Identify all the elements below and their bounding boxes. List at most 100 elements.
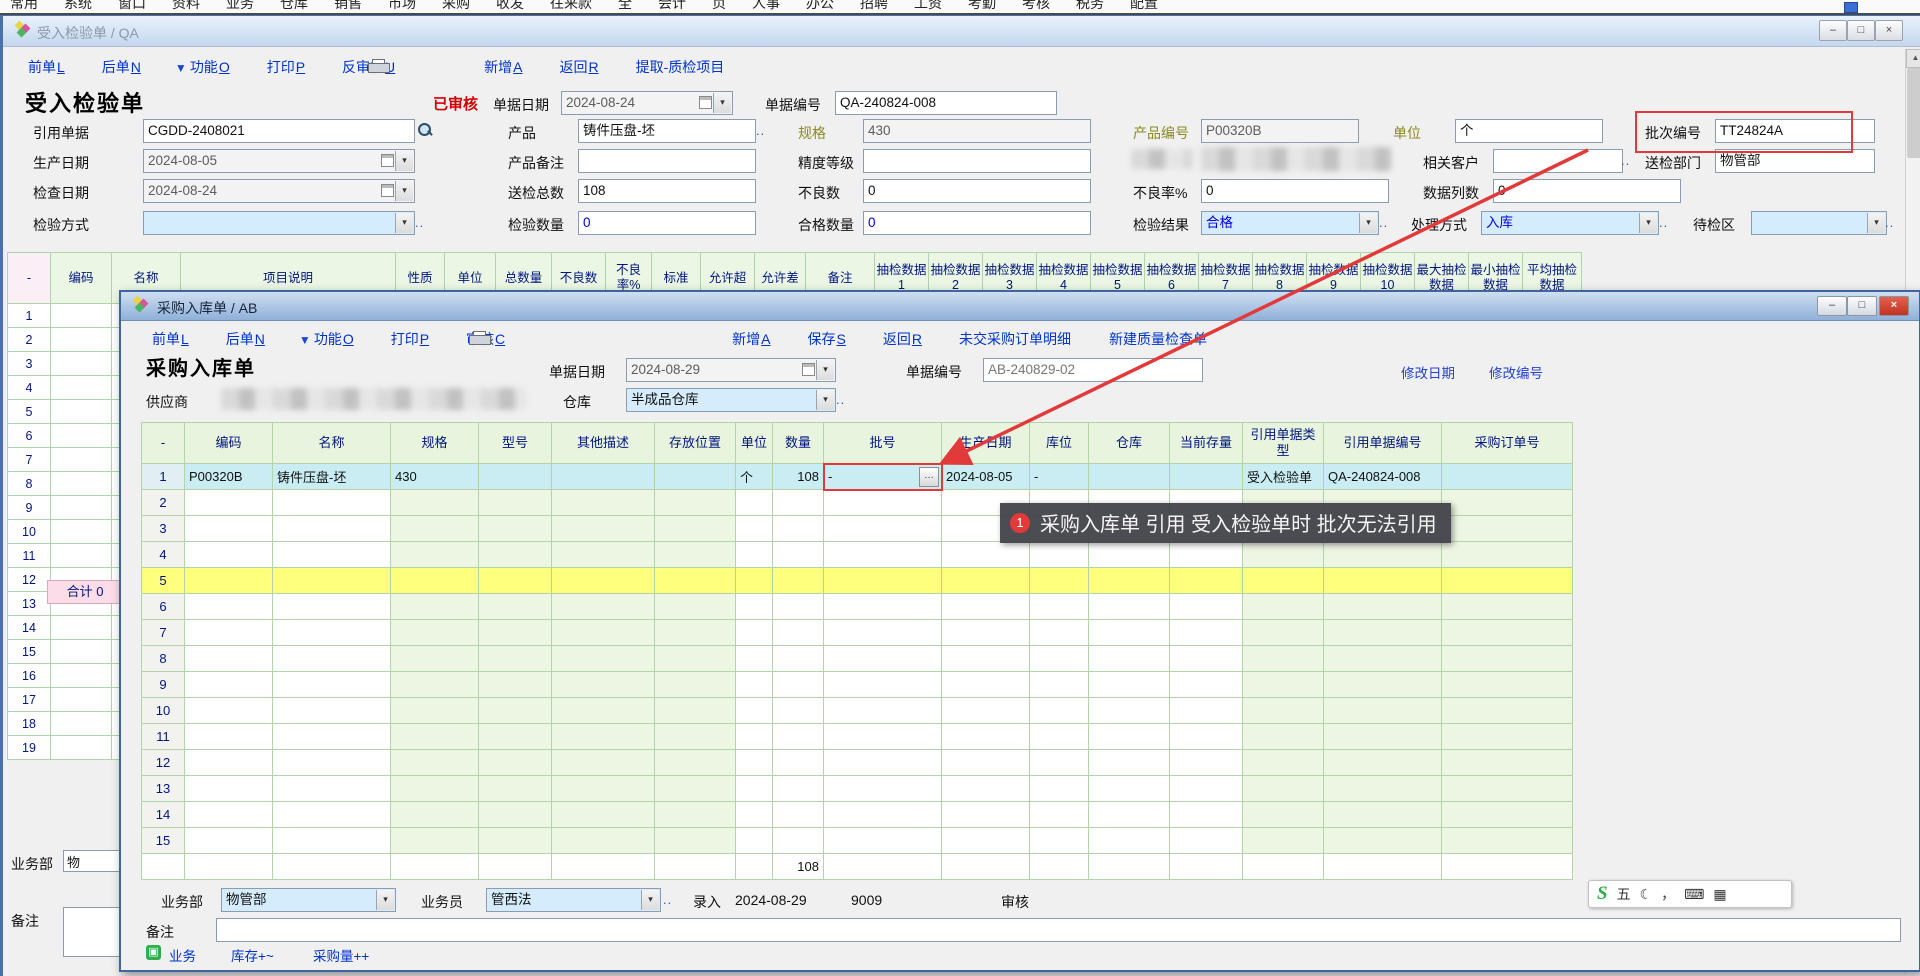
table2-cell[interactable]: [185, 698, 273, 724]
table1-cell[interactable]: [51, 640, 112, 664]
table2-cell[interactable]: [942, 724, 1030, 750]
table2-cell[interactable]: [1442, 698, 1573, 724]
table2-cell[interactable]: [1324, 750, 1442, 776]
business-link[interactable]: 业务: [169, 945, 196, 965]
row-number-cell[interactable]: 14: [7, 616, 51, 640]
table2-cell[interactable]: [1324, 568, 1442, 594]
table2-cell[interactable]: [185, 490, 273, 516]
table2-cell[interactable]: [1170, 594, 1243, 620]
row-number-cell[interactable]: 15: [141, 828, 185, 854]
table2-cell[interactable]: [824, 490, 942, 516]
menu-item[interactable]: 市场: [388, 0, 416, 13]
table2-cell[interactable]: [1089, 646, 1170, 672]
printer-icon[interactable]: [469, 331, 489, 346]
table2-cell[interactable]: [1442, 542, 1573, 568]
table2-cell[interactable]: [736, 672, 773, 698]
table2-cell[interactable]: [773, 750, 824, 776]
table2-cell[interactable]: [824, 828, 942, 854]
table2-cell[interactable]: [552, 516, 655, 542]
table1-cell[interactable]: [51, 400, 112, 424]
table2-cell[interactable]: -…: [824, 464, 942, 490]
table2-cell[interactable]: [1089, 568, 1170, 594]
table2-cell[interactable]: [479, 542, 552, 568]
unit-field[interactable]: 个: [1455, 119, 1603, 143]
table2-cell[interactable]: [1170, 724, 1243, 750]
menu-item[interactable]: 页: [712, 0, 726, 13]
toolbar-link[interactable]: ▼功能O: [299, 329, 354, 349]
table2-cell[interactable]: [479, 828, 552, 854]
table2-cell[interactable]: [479, 490, 552, 516]
table2-cell[interactable]: [552, 490, 655, 516]
table2-cell[interactable]: [552, 828, 655, 854]
table2-cell[interactable]: [736, 542, 773, 568]
table2-cell[interactable]: [479, 594, 552, 620]
table2-cell[interactable]: [824, 646, 942, 672]
table2-cell[interactable]: [773, 490, 824, 516]
batch-no-field[interactable]: TT24824A: [1715, 119, 1875, 143]
table2-cell[interactable]: [1170, 750, 1243, 776]
row-number-cell[interactable]: 11: [141, 724, 185, 750]
prod-date-field[interactable]: 2024-08-05▾: [143, 149, 415, 173]
table2-cell[interactable]: [1030, 594, 1089, 620]
table2-cell[interactable]: [1442, 672, 1573, 698]
toolbar-link[interactable]: 后单N: [223, 329, 265, 349]
menu-item[interactable]: 收发: [496, 0, 524, 13]
search-icon[interactable]: [417, 122, 432, 137]
table2-cell[interactable]: [185, 620, 273, 646]
table2-cell[interactable]: [479, 646, 552, 672]
table2-cell[interactable]: [1324, 802, 1442, 828]
table2-cell[interactable]: [942, 542, 1030, 568]
table2-cell[interactable]: [1442, 724, 1573, 750]
table2-cell[interactable]: [391, 776, 479, 802]
table2-cell[interactable]: [942, 828, 1030, 854]
mod-date-link[interactable]: 修改日期: [1401, 362, 1455, 382]
row-number-cell[interactable]: 2: [141, 490, 185, 516]
table2-cell[interactable]: [391, 698, 479, 724]
table2-cell[interactable]: [824, 594, 942, 620]
table2-cell[interactable]: [736, 516, 773, 542]
warehouse-select[interactable]: 半成品仓库▾: [626, 388, 836, 412]
table2-cell[interactable]: 108: [773, 464, 824, 490]
table2-cell[interactable]: [479, 750, 552, 776]
row-number-cell[interactable]: 8: [7, 472, 51, 496]
table2-cell[interactable]: [773, 776, 824, 802]
menu-item[interactable]: 人事: [752, 0, 780, 13]
table2-cell[interactable]: [1170, 776, 1243, 802]
table2-cell[interactable]: [1442, 568, 1573, 594]
dept-field[interactable]: 物管部: [1715, 149, 1875, 173]
table2-cell[interactable]: [479, 672, 552, 698]
table1-cell[interactable]: [51, 712, 112, 736]
table1-cell[interactable]: [51, 328, 112, 352]
chevron-down-icon[interactable]: ▾: [641, 890, 659, 910]
table2-cell[interactable]: [552, 776, 655, 802]
table2-cell[interactable]: [552, 750, 655, 776]
row-number-cell[interactable]: 4: [7, 376, 51, 400]
table2-cell[interactable]: [1170, 828, 1243, 854]
toolbar-link[interactable]: 新增A: [481, 57, 522, 77]
menu-corner-icon[interactable]: [1844, 2, 1858, 13]
table2-cell[interactable]: [552, 646, 655, 672]
table2-cell[interactable]: [391, 724, 479, 750]
table2-cell[interactable]: 个: [736, 464, 773, 490]
table2-cell[interactable]: [1442, 516, 1573, 542]
table1-cell[interactable]: [51, 688, 112, 712]
table2-cell[interactable]: [391, 646, 479, 672]
table2-cell[interactable]: [1089, 776, 1170, 802]
table2-cell[interactable]: [479, 620, 552, 646]
table2-cell[interactable]: [479, 802, 552, 828]
table2-cell[interactable]: [1170, 620, 1243, 646]
table2-cell[interactable]: [1324, 698, 1442, 724]
table2-cell[interactable]: [655, 490, 736, 516]
scroll-up-icon[interactable]: ▲: [1906, 49, 1920, 68]
table2-cell[interactable]: [824, 698, 942, 724]
table2-cell[interactable]: P00320B: [185, 464, 273, 490]
table2-cell[interactable]: [736, 750, 773, 776]
row-number-cell[interactable]: 11: [7, 544, 51, 568]
table2-cell[interactable]: [185, 568, 273, 594]
table2-cell[interactable]: [942, 620, 1030, 646]
row-number-cell[interactable]: 5: [141, 568, 185, 594]
table2-cell[interactable]: [1030, 828, 1089, 854]
chevron-down-icon[interactable]: ▾: [395, 181, 413, 201]
toolbar-link[interactable]: 返回R: [880, 329, 922, 349]
table2-cell[interactable]: [1324, 594, 1442, 620]
